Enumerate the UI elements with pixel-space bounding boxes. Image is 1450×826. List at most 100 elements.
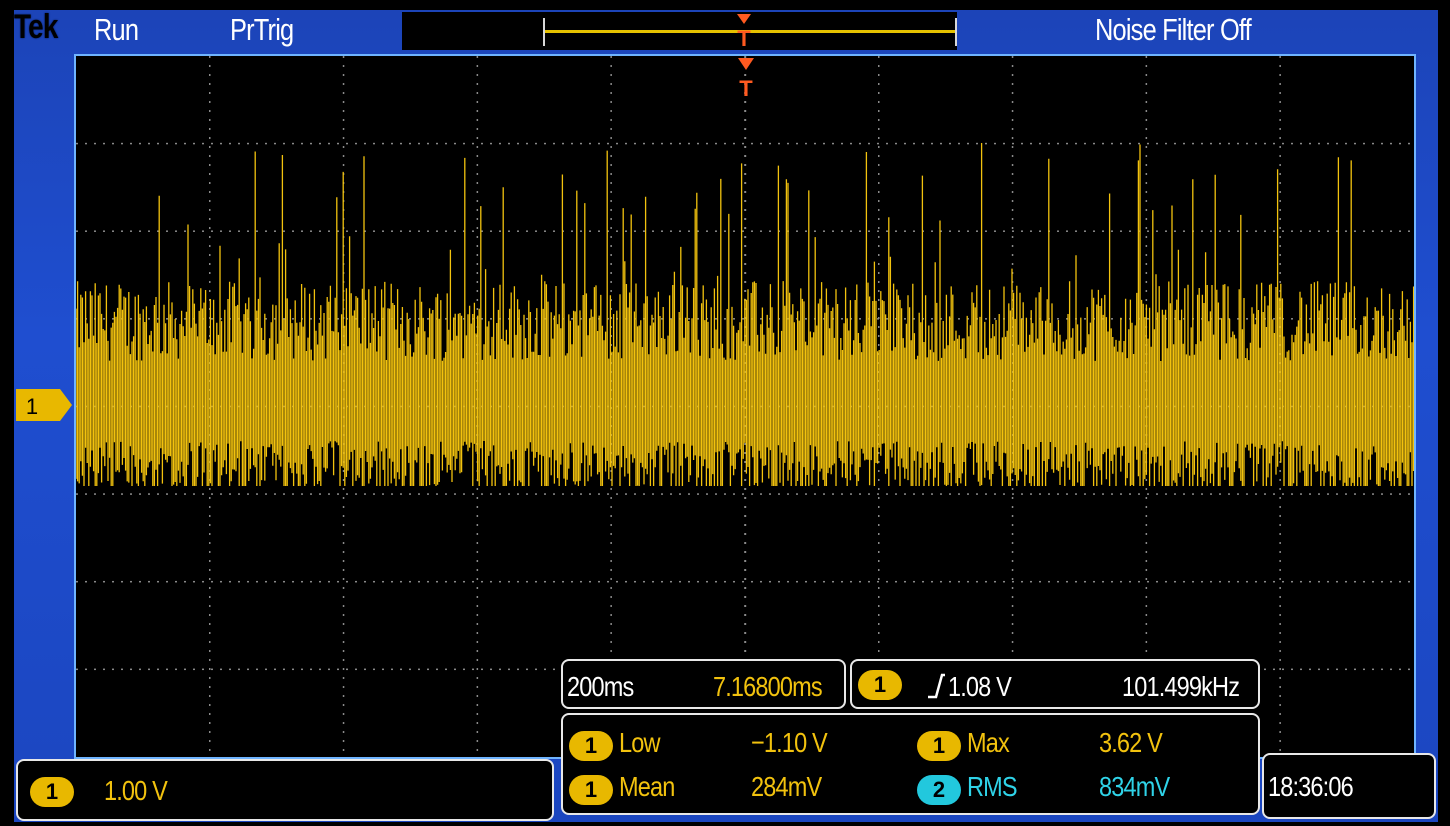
grid-dot bbox=[544, 142, 546, 145]
grid-dot bbox=[526, 493, 528, 495]
grid-dot bbox=[805, 142, 807, 145]
grid-dot bbox=[1390, 493, 1392, 495]
grid-dot bbox=[688, 318, 690, 320]
grid-dot bbox=[562, 142, 564, 145]
measurements-panel[interactable]: 1 Low −1.10 V 1 Max 3.62 V 1 Mean 284mV … bbox=[561, 713, 1260, 815]
grid-dot bbox=[1279, 533, 1281, 535]
grid-dot bbox=[744, 101, 747, 103]
trigger-marker-icon: T bbox=[738, 58, 754, 101]
grid-dot bbox=[778, 493, 780, 495]
grid-dot bbox=[1145, 272, 1148, 274]
grid-dot bbox=[661, 230, 663, 232]
grid-dot bbox=[878, 542, 880, 544]
grid-dot bbox=[1381, 493, 1383, 495]
grid-dot bbox=[1327, 493, 1329, 495]
grid-dot bbox=[472, 668, 474, 671]
grid-dot bbox=[610, 569, 612, 571]
grid-dot bbox=[688, 230, 690, 232]
grid-dot bbox=[744, 110, 747, 112]
grid-dot bbox=[744, 632, 747, 634]
grid-dot bbox=[463, 493, 465, 495]
grid-dot bbox=[1279, 596, 1281, 598]
grid-dot bbox=[490, 580, 492, 583]
grid-dot bbox=[1372, 668, 1374, 671]
grid-dot bbox=[1279, 704, 1281, 706]
grid-dot bbox=[1011, 56, 1014, 58]
grid-dot bbox=[878, 551, 880, 553]
grid-dot bbox=[1309, 580, 1311, 583]
acquisition-state[interactable]: Run bbox=[94, 12, 139, 48]
trigger-level: 1.08 V bbox=[948, 671, 1012, 702]
grid-dot bbox=[1255, 493, 1257, 495]
grid-dot bbox=[409, 580, 411, 583]
grid-dot bbox=[1084, 230, 1086, 232]
grid-dot bbox=[610, 290, 612, 292]
grid-dot bbox=[209, 677, 211, 679]
grid-dot bbox=[1011, 245, 1014, 247]
grid-dot bbox=[157, 580, 159, 583]
record-bracket-right bbox=[955, 18, 957, 46]
grid-dot bbox=[103, 668, 105, 671]
channel-1-scale-readout[interactable]: 1 1.00 V bbox=[16, 759, 554, 821]
grid-dot bbox=[209, 542, 211, 544]
grid-dot bbox=[878, 596, 880, 598]
grid-dot bbox=[476, 191, 479, 193]
grid-dot bbox=[209, 272, 211, 274]
grid-dot bbox=[1093, 580, 1095, 583]
grid-dot bbox=[274, 668, 276, 671]
grid-dot bbox=[139, 580, 141, 583]
grid-dot bbox=[1011, 551, 1014, 553]
grid-dot bbox=[1228, 580, 1230, 583]
grid-dot bbox=[209, 92, 211, 94]
grid-dot bbox=[744, 614, 747, 616]
channel-1-ground-marker[interactable]: 1 bbox=[14, 387, 74, 423]
grid-dot bbox=[922, 493, 924, 495]
grid-dot bbox=[832, 142, 834, 145]
grid-dot bbox=[1291, 493, 1293, 495]
grid-dot bbox=[193, 230, 195, 232]
noise-filter-status[interactable]: Noise Filter Off bbox=[1095, 12, 1252, 48]
grid-dot bbox=[209, 623, 211, 625]
grid-dot bbox=[364, 580, 366, 583]
grid-dot bbox=[166, 580, 168, 583]
grid-dot bbox=[949, 142, 951, 145]
grid-dot bbox=[814, 230, 816, 232]
grid-dot bbox=[610, 623, 612, 625]
grid-dot bbox=[1363, 493, 1365, 495]
grid-dot bbox=[1145, 299, 1148, 301]
grid-dot bbox=[940, 142, 942, 145]
grid-dot bbox=[209, 722, 211, 724]
grid-dot bbox=[400, 230, 402, 232]
trigger-readout[interactable]: 1 1.08 V 101.499kHz bbox=[850, 659, 1260, 709]
measurement-mean-label: Mean bbox=[619, 771, 675, 802]
grid-dot bbox=[209, 596, 211, 598]
grid-dot bbox=[1021, 493, 1023, 495]
grid-dot bbox=[733, 318, 735, 320]
grid-dot bbox=[744, 254, 747, 256]
grid-dot bbox=[1066, 580, 1068, 583]
grid-dot bbox=[85, 580, 87, 583]
grid-dot bbox=[878, 569, 880, 571]
grid-dot bbox=[868, 580, 870, 583]
grid-dot bbox=[445, 580, 447, 583]
grid-dot bbox=[1145, 632, 1148, 634]
grid-dot bbox=[1327, 668, 1329, 671]
grid-dot bbox=[949, 493, 951, 495]
grid-dot bbox=[841, 230, 843, 232]
grid-dot bbox=[342, 119, 345, 121]
grid-dot bbox=[1145, 200, 1148, 202]
grid-dot bbox=[130, 230, 132, 232]
grid-dot bbox=[1291, 142, 1293, 145]
svg-text:T: T bbox=[739, 76, 753, 101]
timebase-readout[interactable]: 200ms 7.16800ms bbox=[561, 659, 846, 709]
trigger-position-icon[interactable]: T bbox=[736, 12, 752, 52]
grid-dot bbox=[342, 668, 345, 670]
grid-dot bbox=[878, 587, 880, 589]
grid-dot bbox=[1390, 230, 1392, 232]
grid-dot bbox=[1145, 92, 1148, 94]
grid-dot bbox=[476, 506, 479, 508]
grid-dot bbox=[342, 623, 345, 625]
grid-dot bbox=[76, 668, 78, 671]
grid-dot bbox=[1145, 605, 1148, 607]
grid-dot bbox=[610, 218, 612, 220]
